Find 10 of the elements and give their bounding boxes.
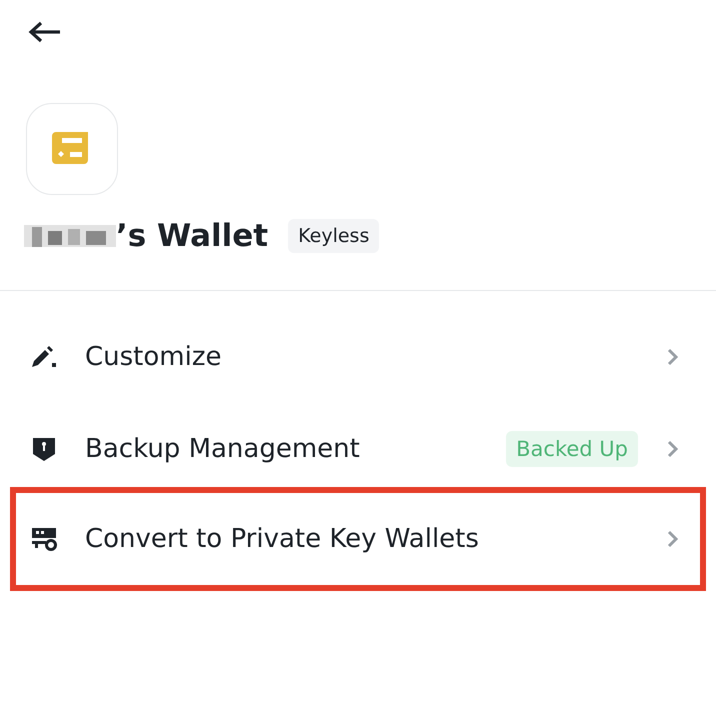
shield-icon xyxy=(30,435,58,463)
menu-item[interactable]: Customize xyxy=(0,311,716,403)
wallet-type-badge: Keyless xyxy=(288,219,380,253)
wallet-name: ’s Wallet xyxy=(116,218,268,254)
chevron-icon xyxy=(666,529,680,549)
key-card-icon xyxy=(30,525,58,553)
status-badge: Backed Up xyxy=(506,431,638,467)
back-button[interactable] xyxy=(28,20,62,44)
chevron-icon xyxy=(666,439,680,459)
chevron-icon xyxy=(666,347,680,367)
